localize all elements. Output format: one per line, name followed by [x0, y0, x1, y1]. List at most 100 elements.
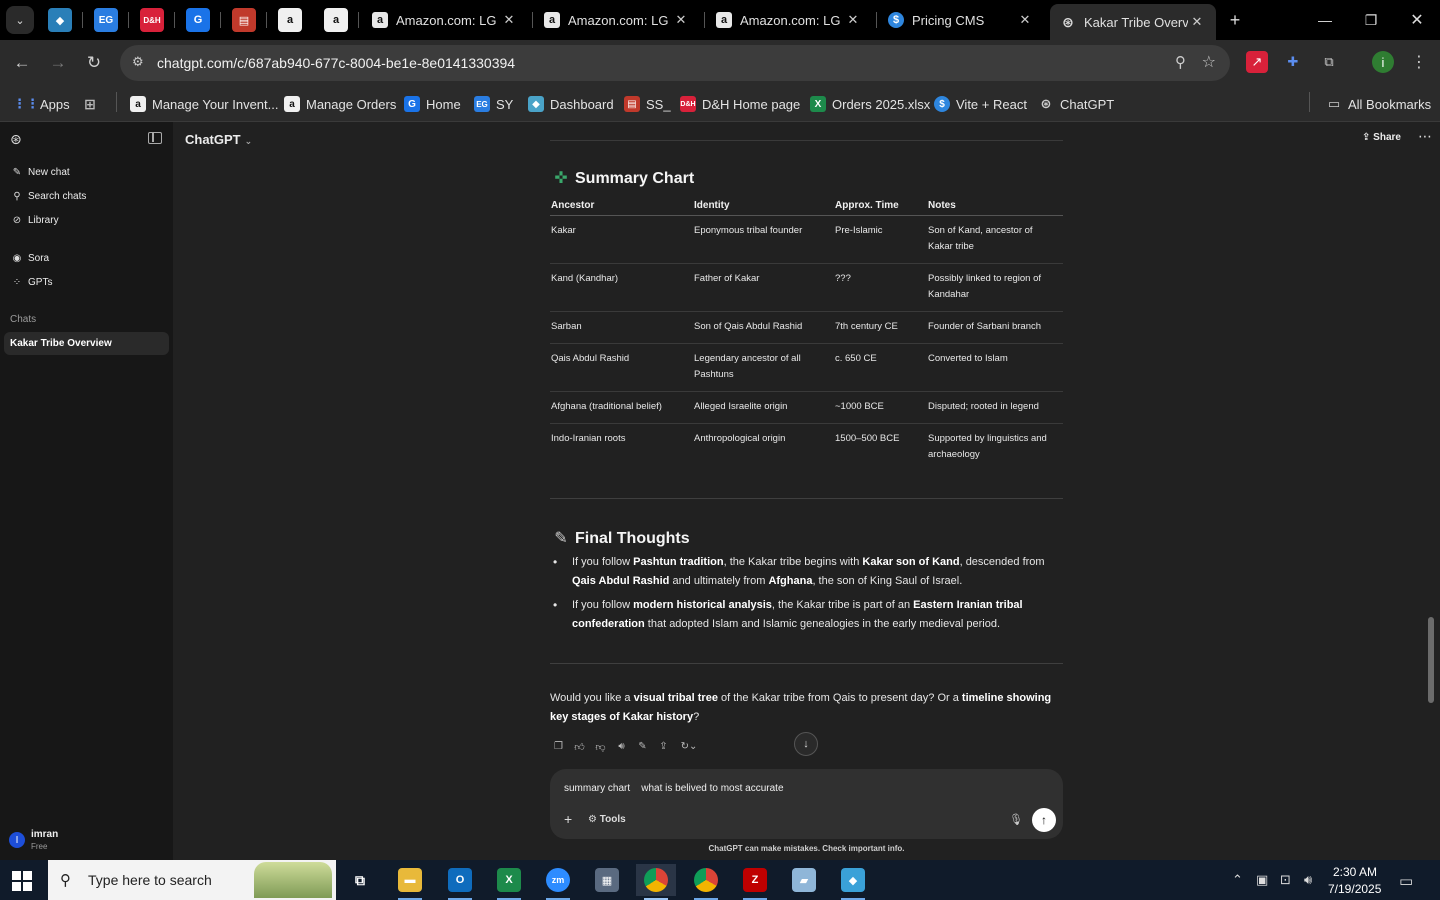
- tab-search-dropdown-icon[interactable]: ⌄: [6, 6, 34, 34]
- extensions-puzzle-icon[interactable]: ⧉: [1318, 51, 1340, 73]
- filezilla-icon[interactable]: Z: [735, 864, 775, 900]
- vscode-like-icon[interactable]: ◆: [833, 864, 873, 900]
- extension-red-icon[interactable]: ↗: [1246, 51, 1268, 73]
- pinned-tab-stack[interactable]: ▤: [232, 8, 256, 32]
- new-tab-icon[interactable]: +: [1220, 6, 1250, 34]
- close-tab-icon[interactable]: ✕: [844, 12, 862, 28]
- prompt-input[interactable]: summary chart what is belived to most ac…: [564, 783, 784, 794]
- tools-button[interactable]: ⚙ Tools: [588, 814, 626, 825]
- notifications-icon[interactable]: ▭: [1399, 872, 1413, 890]
- read-aloud-icon[interactable]: 🔊︎: [614, 739, 629, 754]
- bookmark-chatgpt[interactable]: ⊛ ChatGPT: [1038, 93, 1115, 115]
- bookmark-orders-2025[interactable]: X Orders 2025.xlsx: [810, 93, 930, 115]
- bookmark-dh-home[interactable]: D&H D&H Home page: [680, 93, 800, 115]
- bookmark-star-icon[interactable]: ☆: [1202, 52, 1216, 72]
- url-text[interactable]: chatgpt.com/c/687ab940-677c-8004-be1e-8e…: [157, 55, 515, 71]
- chrome-active-icon[interactable]: [636, 864, 676, 900]
- bookmark-apps[interactable]: ⋮⋮ Apps: [13, 93, 70, 115]
- address-bar[interactable]: ⚙ chatgpt.com/c/687ab940-677c-8004-be1e-…: [120, 45, 1230, 81]
- model-selector[interactable]: ChatGPT ⌄: [185, 132, 252, 147]
- bookmark-ss[interactable]: ▤ SS_: [624, 93, 671, 115]
- tab-kakar-tribe-overview[interactable]: ⊛ Kakar Tribe Overvie ✕: [1050, 4, 1216, 40]
- zoom-app-icon[interactable]: zm: [538, 864, 578, 900]
- taskbar-search[interactable]: ⚲ Type here to search: [48, 860, 336, 900]
- clock-date[interactable]: 7/19/2025: [1328, 882, 1381, 896]
- reload-icon[interactable]: ↻: [82, 51, 106, 75]
- message-composer[interactable]: summary chart what is belived to most ac…: [550, 769, 1063, 839]
- outlook-icon[interactable]: O: [440, 864, 480, 900]
- close-tab-icon[interactable]: ✕: [500, 12, 518, 28]
- network-icon[interactable]: ⊡: [1280, 872, 1291, 888]
- close-tab-icon[interactable]: ✕: [1188, 14, 1206, 30]
- close-tab-icon[interactable]: ✕: [672, 12, 690, 28]
- send-button[interactable]: ↑: [1032, 808, 1056, 832]
- tab-amazon-lg-2[interactable]: a Amazon.com: LG 2 ✕: [362, 4, 528, 36]
- bookmark-dashboard[interactable]: ◆ Dashboard: [528, 93, 614, 115]
- table-cell: ~1000 BCE: [834, 391, 927, 424]
- bookmark-manage-orders[interactable]: a Manage Orders: [284, 93, 396, 115]
- tab-pricing-cms[interactable]: $ Pricing CMS ✕: [878, 4, 1044, 36]
- sidebar-item-sora[interactable]: ◉ Sora: [10, 249, 50, 267]
- sidebar-item-library[interactable]: ⊘ Library: [10, 211, 59, 229]
- thumbs-down-icon[interactable]: 👎︎: [593, 739, 608, 754]
- share-button[interactable]: ⇪ Share: [1362, 132, 1401, 143]
- add-attachment-icon[interactable]: +: [564, 811, 572, 827]
- excel-icon[interactable]: X: [489, 864, 529, 900]
- volume-icon[interactable]: 🔊︎: [1304, 872, 1312, 888]
- extension-blue-icon[interactable]: ✚: [1282, 51, 1304, 73]
- forward-icon[interactable]: →: [46, 51, 70, 75]
- windows-start-icon[interactable]: [12, 871, 32, 891]
- pinned-tab-amazon-1[interactable]: a: [278, 8, 302, 32]
- security-status-icon[interactable]: ▣: [1256, 872, 1268, 888]
- profile-avatar-icon[interactable]: i: [1372, 51, 1394, 73]
- microphone-icon[interactable]: 🎙︎: [1009, 813, 1023, 826]
- chat-item-active[interactable]: Kakar Tribe Overview: [4, 332, 169, 355]
- sidebar-item-gpts[interactable]: ⁘ GPTs: [10, 273, 53, 291]
- all-bookmarks[interactable]: ▭ All Bookmarks: [1326, 93, 1431, 115]
- tab-amazon-lg-1b[interactable]: a Amazon.com: LG 1 ✕: [706, 4, 872, 36]
- bookmark-manage-inventory[interactable]: a Manage Your Invent...: [130, 93, 278, 115]
- clock-time[interactable]: 2:30 AM: [1333, 865, 1377, 879]
- pinned-tab-dashboard[interactable]: ◆: [48, 8, 72, 32]
- back-icon[interactable]: ←: [10, 51, 34, 75]
- pinned-tab-eg[interactable]: EG: [94, 8, 118, 32]
- amazon-icon: a: [130, 96, 146, 112]
- close-tab-icon[interactable]: ✕: [1016, 12, 1034, 28]
- pinned-tab-google[interactable]: G: [186, 8, 210, 32]
- pinned-tab-amazon-2[interactable]: a: [324, 8, 348, 32]
- restore-icon[interactable]: ❐: [1348, 6, 1394, 34]
- edit-canvas-icon[interactable]: ✎: [635, 739, 650, 754]
- table-cell: Kand (Kandhar): [550, 263, 693, 312]
- bookmark-vite-react[interactable]: $ Vite + React: [934, 93, 1027, 115]
- bookmark-sy[interactable]: EG SY: [474, 93, 513, 115]
- scrollbar[interactable]: [1428, 617, 1434, 703]
- file-explorer-icon[interactable]: ▬: [390, 864, 430, 900]
- chrome-icon[interactable]: [686, 864, 726, 900]
- user-name[interactable]: imran: [31, 829, 58, 840]
- sidebar-item-new-chat[interactable]: ✎ New chat: [10, 163, 70, 181]
- share-icon[interactable]: ⇪: [656, 739, 671, 754]
- bookmark-tab-groups[interactable]: ⊞: [82, 93, 104, 115]
- thumbs-up-icon[interactable]: 👍︎: [572, 739, 587, 754]
- table-row: Qais Abdul Rashid Legendary ancestor of …: [550, 343, 1063, 392]
- copy-icon[interactable]: ❐: [551, 739, 566, 754]
- more-options-icon[interactable]: ⋯: [1418, 128, 1432, 145]
- notes-app-icon[interactable]: ▰: [784, 864, 824, 896]
- zoom-icon[interactable]: ⚲: [1175, 53, 1186, 71]
- kebab-menu-icon[interactable]: ⋮: [1408, 51, 1430, 73]
- tab-amazon-lg-1a[interactable]: a Amazon.com: LG 1 ✕: [534, 4, 700, 36]
- scroll-to-bottom-icon[interactable]: ↓: [794, 732, 818, 756]
- calculator-icon[interactable]: ▦: [587, 864, 627, 896]
- site-info-icon[interactable]: ⚙: [132, 54, 150, 72]
- avatar[interactable]: I: [9, 832, 25, 848]
- close-window-icon[interactable]: ✕: [1394, 6, 1440, 34]
- regenerate-icon[interactable]: ↻⌄: [677, 739, 701, 754]
- task-view-icon[interactable]: ⧉: [340, 864, 380, 896]
- bookmark-home[interactable]: G Home: [404, 93, 461, 115]
- pinned-tab-dh[interactable]: D&H: [140, 8, 164, 32]
- collapse-sidebar-icon[interactable]: [148, 132, 162, 144]
- minimize-icon[interactable]: —: [1302, 6, 1348, 34]
- show-hidden-icons-icon[interactable]: ⌃: [1232, 872, 1243, 888]
- sidebar-item-search-chats[interactable]: ⚲ Search chats: [10, 187, 86, 205]
- openai-logo-icon[interactable]: ⊛: [10, 131, 26, 147]
